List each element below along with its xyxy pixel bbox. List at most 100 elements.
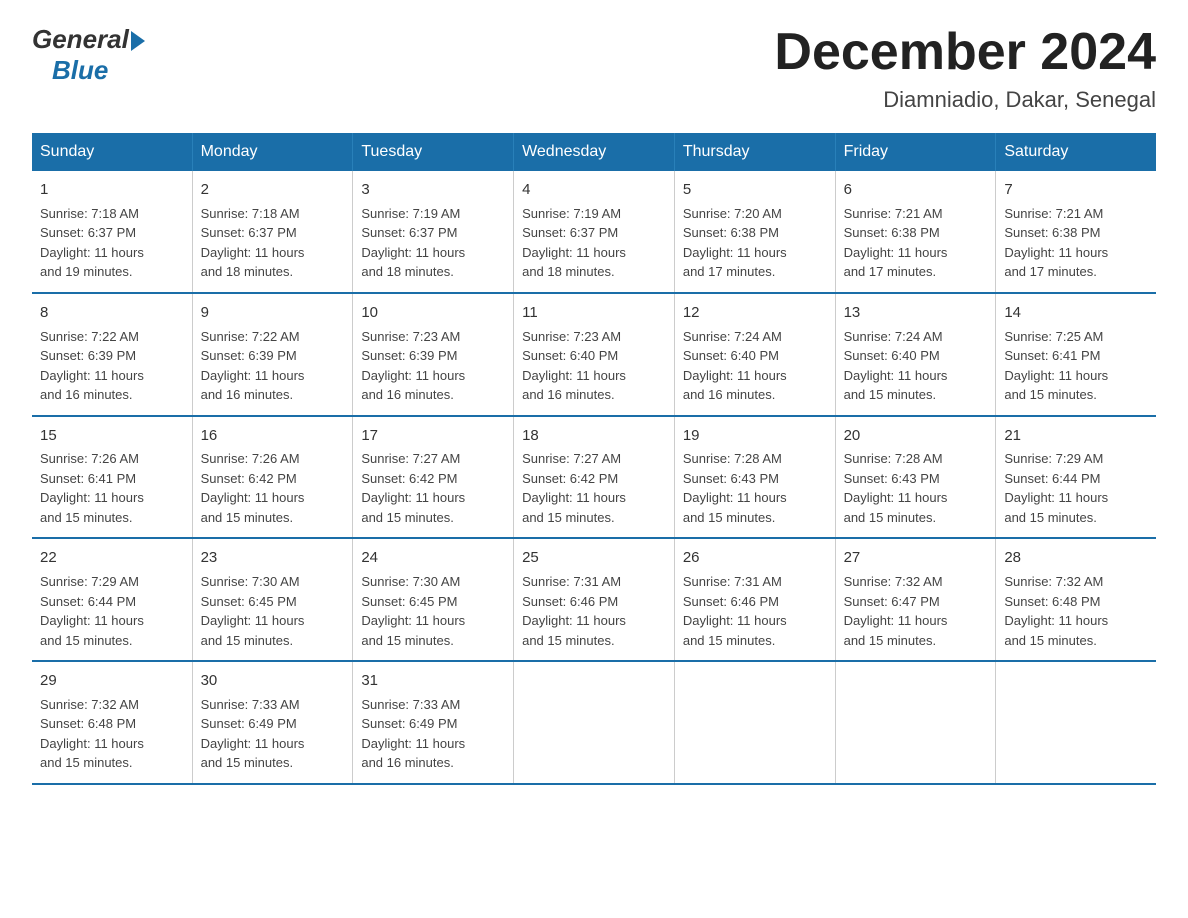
weekday-header: Sunday bbox=[32, 133, 192, 171]
day-number: 29 bbox=[40, 670, 184, 692]
day-number: 11 bbox=[522, 302, 666, 324]
day-number: 1 bbox=[40, 179, 184, 201]
title-section: December 2024 Diamniadio, Dakar, Senegal bbox=[774, 24, 1156, 113]
calendar-week-row: 1 Sunrise: 7:18 AM Sunset: 6:37 PM Daylig… bbox=[32, 171, 1156, 293]
calendar-day-cell: 21Sunrise: 7:29 AM Sunset: 6:44 PM Dayli… bbox=[996, 416, 1156, 539]
page-header: General Blue December 2024 Diamniadio, D… bbox=[32, 24, 1156, 113]
day-info: Sunrise: 7:30 AM Sunset: 6:45 PM Dayligh… bbox=[361, 572, 505, 650]
day-info: Sunrise: 7:20 AM Sunset: 6:38 PM Dayligh… bbox=[683, 204, 827, 282]
day-number: 15 bbox=[40, 425, 184, 447]
weekday-header: Tuesday bbox=[353, 133, 514, 171]
calendar-week-row: 15Sunrise: 7:26 AM Sunset: 6:41 PM Dayli… bbox=[32, 416, 1156, 539]
logo-arrow-icon bbox=[131, 31, 145, 51]
calendar-day-cell: 6Sunrise: 7:21 AM Sunset: 6:38 PM Daylig… bbox=[835, 171, 996, 293]
calendar-table: SundayMondayTuesdayWednesdayThursdayFrid… bbox=[32, 133, 1156, 785]
day-info: Sunrise: 7:28 AM Sunset: 6:43 PM Dayligh… bbox=[844, 449, 988, 527]
calendar-day-cell: 11Sunrise: 7:23 AM Sunset: 6:40 PM Dayli… bbox=[514, 293, 675, 416]
day-number: 22 bbox=[40, 547, 184, 569]
day-info: Sunrise: 7:25 AM Sunset: 6:41 PM Dayligh… bbox=[1004, 327, 1148, 405]
day-info: Sunrise: 7:32 AM Sunset: 6:48 PM Dayligh… bbox=[1004, 572, 1148, 650]
calendar-day-cell: 12 Sunrise: 7:24 AM Sunset: 6:40 PM Dayli… bbox=[674, 293, 835, 416]
calendar-day-cell: 16Sunrise: 7:26 AM Sunset: 6:42 PM Dayli… bbox=[192, 416, 353, 539]
weekday-header: Wednesday bbox=[514, 133, 675, 171]
calendar-day-cell: 13 Sunrise: 7:24 AM Sunset: 6:40 PM Dayli… bbox=[835, 293, 996, 416]
calendar-day-cell: 19Sunrise: 7:28 AM Sunset: 6:43 PM Dayli… bbox=[674, 416, 835, 539]
day-info: Sunrise: 7:29 AM Sunset: 6:44 PM Dayligh… bbox=[1004, 449, 1148, 527]
calendar-day-cell: 7 Sunrise: 7:21 AM Sunset: 6:38 PM Daylig… bbox=[996, 171, 1156, 293]
day-number: 5 bbox=[683, 179, 827, 201]
weekday-header: Monday bbox=[192, 133, 353, 171]
calendar-day-cell bbox=[514, 661, 675, 784]
day-number: 24 bbox=[361, 547, 505, 569]
day-number: 31 bbox=[361, 670, 505, 692]
day-info: Sunrise: 7:28 AM Sunset: 6:43 PM Dayligh… bbox=[683, 449, 827, 527]
calendar-day-cell: 2 Sunrise: 7:18 AM Sunset: 6:37 PM Daylig… bbox=[192, 171, 353, 293]
day-number: 23 bbox=[201, 547, 345, 569]
calendar-day-cell: 15Sunrise: 7:26 AM Sunset: 6:41 PM Dayli… bbox=[32, 416, 192, 539]
day-number: 30 bbox=[201, 670, 345, 692]
day-number: 13 bbox=[844, 302, 988, 324]
calendar-week-row: 29 Sunrise: 7:32 AM Sunset: 6:48 PM Dayli… bbox=[32, 661, 1156, 784]
calendar-week-row: 8 Sunrise: 7:22 AM Sunset: 6:39 PM Daylig… bbox=[32, 293, 1156, 416]
calendar-day-cell: 31 Sunrise: 7:33 AM Sunset: 6:49 PM Dayli… bbox=[353, 661, 514, 784]
day-info: Sunrise: 7:33 AM Sunset: 6:49 PM Dayligh… bbox=[361, 695, 505, 773]
calendar-day-cell: 17Sunrise: 7:27 AM Sunset: 6:42 PM Dayli… bbox=[353, 416, 514, 539]
day-info: Sunrise: 7:26 AM Sunset: 6:42 PM Dayligh… bbox=[201, 449, 345, 527]
day-info: Sunrise: 7:26 AM Sunset: 6:41 PM Dayligh… bbox=[40, 449, 184, 527]
day-info: Sunrise: 7:21 AM Sunset: 6:38 PM Dayligh… bbox=[1004, 204, 1148, 282]
day-number: 25 bbox=[522, 547, 666, 569]
day-info: Sunrise: 7:19 AM Sunset: 6:37 PM Dayligh… bbox=[361, 204, 505, 282]
day-number: 17 bbox=[361, 425, 505, 447]
day-info: Sunrise: 7:32 AM Sunset: 6:48 PM Dayligh… bbox=[40, 695, 184, 773]
day-info: Sunrise: 7:24 AM Sunset: 6:40 PM Dayligh… bbox=[683, 327, 827, 405]
day-info: Sunrise: 7:33 AM Sunset: 6:49 PM Dayligh… bbox=[201, 695, 345, 773]
day-number: 27 bbox=[844, 547, 988, 569]
day-info: Sunrise: 7:32 AM Sunset: 6:47 PM Dayligh… bbox=[844, 572, 988, 650]
day-info: Sunrise: 7:22 AM Sunset: 6:39 PM Dayligh… bbox=[201, 327, 345, 405]
day-info: Sunrise: 7:23 AM Sunset: 6:39 PM Dayligh… bbox=[361, 327, 505, 405]
day-number: 14 bbox=[1004, 302, 1148, 324]
day-info: Sunrise: 7:22 AM Sunset: 6:39 PM Dayligh… bbox=[40, 327, 184, 405]
logo-blue-text: Blue bbox=[52, 55, 108, 86]
calendar-day-cell: 18Sunrise: 7:27 AM Sunset: 6:42 PM Dayli… bbox=[514, 416, 675, 539]
calendar-day-cell bbox=[835, 661, 996, 784]
day-number: 3 bbox=[361, 179, 505, 201]
page-title: December 2024 bbox=[774, 24, 1156, 81]
logo-general-text: General bbox=[32, 24, 129, 55]
calendar-day-cell: 8 Sunrise: 7:22 AM Sunset: 6:39 PM Daylig… bbox=[32, 293, 192, 416]
day-number: 7 bbox=[1004, 179, 1148, 201]
calendar-day-cell: 28 Sunrise: 7:32 AM Sunset: 6:48 PM Dayli… bbox=[996, 538, 1156, 661]
day-info: Sunrise: 7:18 AM Sunset: 6:37 PM Dayligh… bbox=[201, 204, 345, 282]
calendar-day-cell: 30 Sunrise: 7:33 AM Sunset: 6:49 PM Dayli… bbox=[192, 661, 353, 784]
day-info: Sunrise: 7:19 AM Sunset: 6:37 PM Dayligh… bbox=[522, 204, 666, 282]
day-info: Sunrise: 7:18 AM Sunset: 6:37 PM Dayligh… bbox=[40, 204, 184, 282]
calendar-day-cell: 29 Sunrise: 7:32 AM Sunset: 6:48 PM Dayli… bbox=[32, 661, 192, 784]
day-number: 20 bbox=[844, 425, 988, 447]
calendar-week-row: 22 Sunrise: 7:29 AM Sunset: 6:44 PM Dayli… bbox=[32, 538, 1156, 661]
calendar-day-cell: 26Sunrise: 7:31 AM Sunset: 6:46 PM Dayli… bbox=[674, 538, 835, 661]
day-info: Sunrise: 7:31 AM Sunset: 6:46 PM Dayligh… bbox=[522, 572, 666, 650]
calendar-day-cell bbox=[996, 661, 1156, 784]
day-number: 28 bbox=[1004, 547, 1148, 569]
day-number: 2 bbox=[201, 179, 345, 201]
calendar-day-cell: 22 Sunrise: 7:29 AM Sunset: 6:44 PM Dayli… bbox=[32, 538, 192, 661]
calendar-day-cell: 9Sunrise: 7:22 AM Sunset: 6:39 PM Daylig… bbox=[192, 293, 353, 416]
calendar-day-cell bbox=[674, 661, 835, 784]
day-number: 26 bbox=[683, 547, 827, 569]
calendar-day-cell: 10 Sunrise: 7:23 AM Sunset: 6:39 PM Dayli… bbox=[353, 293, 514, 416]
day-number: 16 bbox=[201, 425, 345, 447]
day-number: 8 bbox=[40, 302, 184, 324]
day-info: Sunrise: 7:21 AM Sunset: 6:38 PM Dayligh… bbox=[844, 204, 988, 282]
day-number: 10 bbox=[361, 302, 505, 324]
day-number: 18 bbox=[522, 425, 666, 447]
day-number: 19 bbox=[683, 425, 827, 447]
weekday-header: Saturday bbox=[996, 133, 1156, 171]
calendar-day-cell: 1 Sunrise: 7:18 AM Sunset: 6:37 PM Daylig… bbox=[32, 171, 192, 293]
weekday-header: Friday bbox=[835, 133, 996, 171]
day-number: 21 bbox=[1004, 425, 1148, 447]
day-number: 12 bbox=[683, 302, 827, 324]
day-info: Sunrise: 7:29 AM Sunset: 6:44 PM Dayligh… bbox=[40, 572, 184, 650]
day-info: Sunrise: 7:24 AM Sunset: 6:40 PM Dayligh… bbox=[844, 327, 988, 405]
calendar-day-cell: 5 Sunrise: 7:20 AM Sunset: 6:38 PM Daylig… bbox=[674, 171, 835, 293]
calendar-day-cell: 3 Sunrise: 7:19 AM Sunset: 6:37 PM Daylig… bbox=[353, 171, 514, 293]
